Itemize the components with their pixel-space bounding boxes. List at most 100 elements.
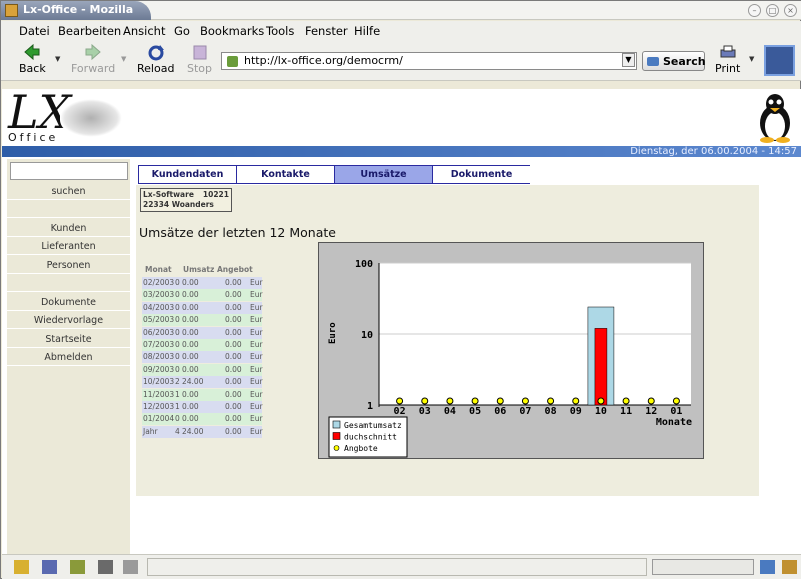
cell-angebot: 0.00 [225, 327, 242, 337]
y-tick-label: 100 [355, 259, 373, 270]
sidebar-item-lieferanten[interactable]: Lieferanten [7, 238, 130, 255]
print-label: Print [715, 62, 741, 75]
title-tab: Lx-Office - Mozilla [1, 1, 151, 20]
forward-dropdown-icon[interactable]: ▼ [121, 55, 126, 63]
table-row: 01/2004 0 0.00 0.00 Eur [142, 413, 263, 426]
security-lock-icon [782, 560, 797, 574]
sidebar-item-wiedervorlage[interactable]: Wiedervorlage [7, 312, 130, 329]
online-status-icon[interactable] [760, 560, 775, 574]
menu-fenster[interactable]: Fenster [305, 24, 348, 38]
menu-bar: Datei Bearbeiten Ansicht Go Bookmarks To… [1, 21, 801, 41]
legend-label: Angbote [344, 444, 378, 453]
table-row: 03/2003 0 0.00 0.00 Eur [142, 289, 263, 302]
mozilla-app-icon [5, 4, 18, 17]
progress-bar [652, 559, 754, 575]
menu-datei[interactable]: Datei [19, 24, 50, 38]
forward-button[interactable]: Forward [71, 44, 115, 75]
composer-icon[interactable] [70, 560, 85, 574]
menu-ansicht[interactable]: Ansicht [123, 24, 165, 38]
stop-button[interactable]: Stop [187, 44, 212, 75]
cell-monat: 02/2003 [143, 278, 175, 287]
close-icon[interactable]: × [784, 4, 797, 17]
date-bar: Dienstag, der 06.00.2004 - 14:57 [2, 146, 801, 157]
cell-count: 2 [175, 377, 180, 387]
print-dropdown-icon[interactable]: ▼ [749, 55, 754, 63]
tab-kontakte[interactable]: Kontakte [237, 166, 335, 183]
menu-go[interactable]: Go [174, 24, 190, 38]
point-angebote [496, 397, 504, 405]
tab-umsaetze[interactable]: Umsätze [335, 166, 433, 183]
back-button[interactable]: Back [19, 44, 46, 75]
sidebar-item-suchen[interactable]: suchen [7, 183, 130, 200]
address-book-icon[interactable] [98, 560, 113, 574]
sidebar-item-kunden[interactable]: Kunden [7, 220, 130, 237]
cell-angebot: 0.00 [225, 340, 242, 349]
print-button[interactable]: Print [715, 44, 740, 75]
main-area: Kundendaten Kontakte Umsätze Dokumente L… [130, 159, 801, 554]
cell-count: 0 [175, 414, 180, 424]
table-row: 02/2003 0 0.00 0.00 Eur [142, 277, 263, 289]
logo-office-text: Office [8, 131, 59, 144]
menu-hilfe[interactable]: Hilfe [354, 24, 380, 38]
legend-swatch [332, 432, 341, 440]
point-angebote [446, 397, 454, 405]
cell-count: 1 [175, 402, 180, 411]
page-content: LX Office Dienstag, der 06.00.2004 - 14:… [2, 85, 801, 554]
x-tick-label: 07 [519, 406, 531, 417]
tab-kundendaten[interactable]: Kundendaten [139, 166, 237, 183]
forward-arrow-icon [85, 44, 101, 61]
chart-svg: 1 10 100 Euro 02 03 04 05 06 07 08 09 10 11 12 01Monate… [328, 259, 692, 458]
navigator-icon[interactable] [14, 560, 29, 574]
table-row: 09/2003 0 0.00 0.00 Eur [142, 363, 263, 376]
x-tick-label: 09 [570, 406, 582, 417]
point-angebote [622, 397, 630, 405]
point-angebote [471, 397, 479, 405]
cell-umsatz: 0.00 [182, 278, 199, 287]
cell-umsatz: 0.00 [182, 352, 199, 362]
back-dropdown-icon[interactable]: ▼ [55, 55, 60, 63]
cell-umsatz: 0.00 [182, 315, 199, 325]
sidebar-item-abmelden[interactable]: Abmelden [7, 349, 130, 366]
sidebar-item-startseite[interactable]: Startseite [7, 331, 130, 348]
search-button[interactable]: Search [642, 51, 706, 71]
cell-angebot: 0.00 [225, 302, 242, 312]
menu-bookmarks[interactable]: Bookmarks [200, 24, 264, 38]
url-bar[interactable]: http://lx-office.org/democrm/ [221, 52, 637, 70]
cell-count: 0 [175, 278, 180, 287]
search-input[interactable] [10, 162, 128, 180]
table-row: 11/2003 1 0.00 0.00 Eur [142, 388, 263, 401]
address-box: Lx-Software 10221 22334 Woanders [140, 188, 232, 212]
table-row: 10/2003 2 24.00 0.00 Eur [142, 376, 263, 389]
reload-button[interactable]: Reload [137, 44, 174, 75]
cell-count: 0 [175, 315, 180, 325]
url-text[interactable]: http://lx-office.org/democrm/ [244, 54, 403, 67]
sidebar: suchen Kunden Lieferanten Personen Dokum… [7, 159, 130, 554]
cell-umsatz: 0.00 [182, 389, 199, 399]
table-row: 08/2003 0 0.00 0.00 Eur [142, 351, 263, 364]
point-angebote [421, 397, 429, 405]
cell-currency: Eur [250, 352, 263, 362]
cell-count: 0 [175, 327, 180, 337]
legend-label: Gesamtumsatz [344, 421, 402, 430]
point-angebote [521, 397, 529, 405]
cell-currency: Eur [250, 278, 263, 287]
minimize-icon[interactable]: – [748, 4, 761, 17]
x-axis-label: Monate [656, 417, 692, 428]
site-favicon-icon [227, 56, 238, 67]
mail-icon[interactable] [42, 560, 57, 574]
menu-tools[interactable]: Tools [266, 24, 294, 38]
tab-dokumente[interactable]: Dokumente [433, 166, 530, 183]
cell-count: 1 [175, 389, 180, 399]
menu-bearbeiten[interactable]: Bearbeiten [58, 24, 121, 38]
sidebar-item-personen[interactable]: Personen [7, 257, 130, 274]
sidebar-item-dokumente[interactable]: Dokumente [7, 294, 130, 311]
url-history-dropdown-icon[interactable]: ▼ [622, 53, 635, 67]
sidebar-item-spacer-2 [7, 275, 130, 292]
cell-count: 4 [175, 426, 180, 436]
irc-chat-icon[interactable] [123, 560, 138, 574]
maximize-icon[interactable]: □ [766, 4, 779, 17]
tux-penguin-icon [760, 94, 790, 143]
cell-monat: 06/2003 [143, 327, 175, 337]
mozilla-throbber-icon[interactable] [764, 45, 795, 76]
search-icon [647, 57, 659, 66]
